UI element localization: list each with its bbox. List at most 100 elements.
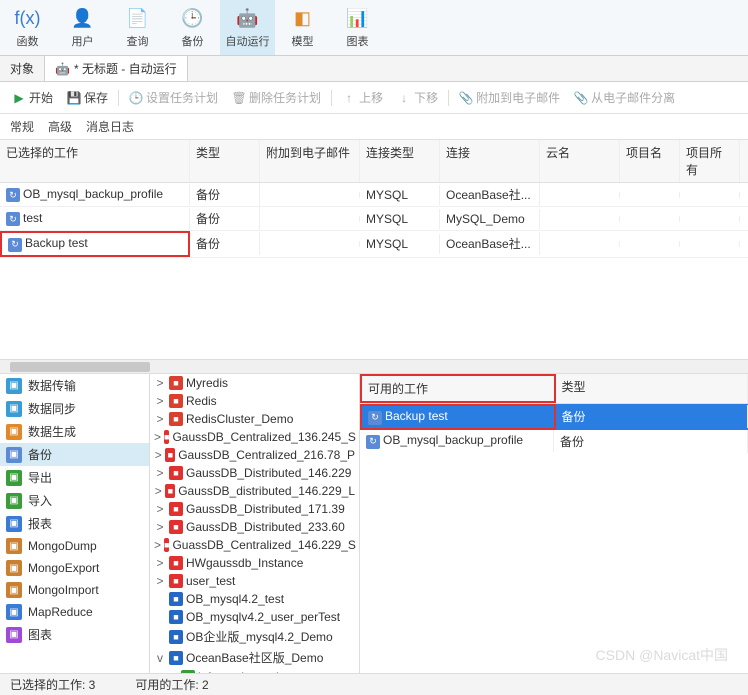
backup-icon: ↻ <box>6 212 20 226</box>
tree-node[interactable]: >■GuassDB_Centralized_146.229_S <box>150 536 359 554</box>
ribbon-模型[interactable]: ◧模型 <box>275 0 330 55</box>
ribbon-查询[interactable]: 📄查询 <box>110 0 165 55</box>
node-label: OB_mysqlv4.2_user_perTest <box>186 610 340 624</box>
node-label: RedisCluster_Demo <box>186 412 293 426</box>
ribbon-备份[interactable]: 🕒备份 <box>165 0 220 55</box>
tree-node[interactable]: >■Redis <box>150 392 359 410</box>
col-header[interactable]: 附加到电子邮件 <box>260 140 360 182</box>
tree-node[interactable]: >■GaussDB_Centralized_136.245_S <box>150 428 359 446</box>
expand-icon[interactable]: > <box>154 520 166 534</box>
ribbon-用户[interactable]: 👤用户 <box>55 0 110 55</box>
category-item[interactable]: ▣备份 <box>0 443 149 466</box>
tree-node[interactable]: >■GaussDB_Distributed_233.60 <box>150 518 359 536</box>
hscrollbar[interactable] <box>0 359 748 373</box>
expand-icon[interactable]: > <box>154 376 166 390</box>
category-item[interactable]: ▣MapReduce <box>0 601 149 623</box>
expand-icon[interactable]: > <box>154 394 166 408</box>
attach-icon: 📎 <box>459 91 473 105</box>
subtab-log[interactable]: 消息日志 <box>86 118 134 135</box>
category-icon: ▣ <box>6 582 22 598</box>
category-icon: ▣ <box>6 401 22 417</box>
node-icon: ■ <box>164 538 169 552</box>
category-item[interactable]: ▣MongoImport <box>0 579 149 601</box>
node-label: GaussDB_Centralized_136.245_S <box>172 430 355 444</box>
ribbon-label: 函数 <box>17 33 39 49</box>
ribbon: f(x)函数👤用户📄查询🕒备份🤖自动运行◧模型📊图表 <box>0 0 748 56</box>
tree-node[interactable]: >■Myredis <box>150 374 359 392</box>
category-item[interactable]: ▣报表 <box>0 512 149 535</box>
btn-label: 从电子邮件分离 <box>591 89 675 106</box>
node-icon: ■ <box>169 592 183 606</box>
col-header[interactable]: 云名 <box>540 140 620 182</box>
node-icon: ■ <box>164 430 169 444</box>
available-job-row[interactable]: ↻OB_mysql_backup_profile备份 <box>360 430 748 453</box>
category-item[interactable]: ▣图表 <box>0 623 149 646</box>
tree-node[interactable]: >■GaussDB_Distributed_171.39 <box>150 500 359 518</box>
tree-node[interactable]: >■HWgaussdb_Instance <box>150 554 359 572</box>
tab-objects[interactable]: 对象 <box>0 56 45 81</box>
job-row[interactable]: ↻Backup test备份MYSQLOceanBase社... <box>0 231 748 258</box>
category-item[interactable]: ▣MongoDump <box>0 535 149 557</box>
tree-node[interactable]: ■OB企业版_mysql4.2_Demo <box>150 626 359 647</box>
ribbon-函数[interactable]: f(x)函数 <box>0 0 55 55</box>
expand-icon[interactable]: > <box>154 430 161 444</box>
available-job-row[interactable]: ↻Backup test备份 <box>360 404 748 430</box>
category-label: MapReduce <box>28 605 93 619</box>
col-header[interactable]: 连接 <box>440 140 540 182</box>
ribbon-自动运行[interactable]: 🤖自动运行 <box>220 0 275 55</box>
separator <box>118 90 119 106</box>
ribbon-label: 图表 <box>347 33 369 49</box>
save-button[interactable]: 💾保存 <box>61 86 114 109</box>
node-icon: ■ <box>169 520 183 534</box>
subtab-general[interactable]: 常规 <box>10 118 34 135</box>
tree-node[interactable]: v■OceanBase社区版_Demo <box>150 647 359 668</box>
tab-autorun[interactable]: 🤖 * 无标题 - 自动运行 <box>45 56 188 81</box>
col-header[interactable]: 项目所有 <box>680 140 740 182</box>
tree-node[interactable]: ■OB_mysqlv4.2_user_perTest <box>150 608 359 626</box>
ribbon-图表[interactable]: 📊图表 <box>330 0 385 55</box>
job-row[interactable]: ↻OB_mysql_backup_profile备份MYSQLOceanBase… <box>0 183 748 207</box>
separator <box>331 90 332 106</box>
category-icon: ▣ <box>6 424 22 440</box>
ribbon-icon: 🤖 <box>236 7 260 31</box>
tree-node[interactable]: >■GaussDB_distributed_146.229_L <box>150 482 359 500</box>
category-item[interactable]: ▣导出 <box>0 466 149 489</box>
tree-node[interactable]: >■user_test <box>150 572 359 590</box>
tree-node[interactable]: >■GaussDB_Centralized_216.78_P <box>150 446 359 464</box>
expand-icon[interactable]: > <box>154 484 162 498</box>
tree-node[interactable]: ■OB_mysql4.2_test <box>150 590 359 608</box>
col-header[interactable]: 连接类型 <box>360 140 440 182</box>
node-icon: ■ <box>169 466 183 480</box>
available-count: 可用的工作: 2 <box>135 676 208 693</box>
subtab-advanced[interactable]: 高级 <box>48 118 72 135</box>
btn-label: 下移 <box>414 89 438 106</box>
expand-icon[interactable]: > <box>154 466 166 480</box>
category-label: 数据同步 <box>28 400 76 417</box>
col-header[interactable]: 类型 <box>190 140 260 182</box>
job-row[interactable]: ↻test备份MYSQLMySQL_Demo <box>0 207 748 231</box>
expand-icon[interactable]: > <box>154 448 162 462</box>
expand-icon[interactable]: > <box>154 502 166 516</box>
expand-icon[interactable]: > <box>154 538 161 552</box>
start-button[interactable]: ▶开始 <box>6 86 59 109</box>
tree-node[interactable]: >■RedisCluster_Demo <box>150 410 359 428</box>
backup-icon: ↻ <box>6 188 20 202</box>
down-icon: ↓ <box>397 91 411 105</box>
category-item[interactable]: ▣数据传输 <box>0 374 149 397</box>
expand-icon[interactable]: > <box>154 412 166 426</box>
node-icon: ■ <box>169 376 183 390</box>
expand-icon[interactable]: v <box>154 651 166 665</box>
category-item[interactable]: ▣数据生成 <box>0 420 149 443</box>
col-header[interactable]: 项目名 <box>620 140 680 182</box>
col-header[interactable]: 已选择的工作 <box>0 140 190 182</box>
category-item[interactable]: ▣MongoExport <box>0 557 149 579</box>
expand-icon[interactable]: > <box>154 556 166 570</box>
expand-icon[interactable]: > <box>154 574 166 588</box>
connection-tree[interactable]: >■Myredis>■Redis>■RedisCluster_Demo>■Gau… <box>150 374 360 673</box>
col-jobname[interactable]: 可用的工作 <box>360 374 556 403</box>
ribbon-icon: 👤 <box>71 7 95 31</box>
tree-node[interactable]: >■GaussDB_Distributed_146.229 <box>150 464 359 482</box>
col-type[interactable]: 类型 <box>556 374 748 403</box>
category-item[interactable]: ▣ 数据同步 <box>0 397 149 420</box>
category-item[interactable]: ▣导入 <box>0 489 149 512</box>
